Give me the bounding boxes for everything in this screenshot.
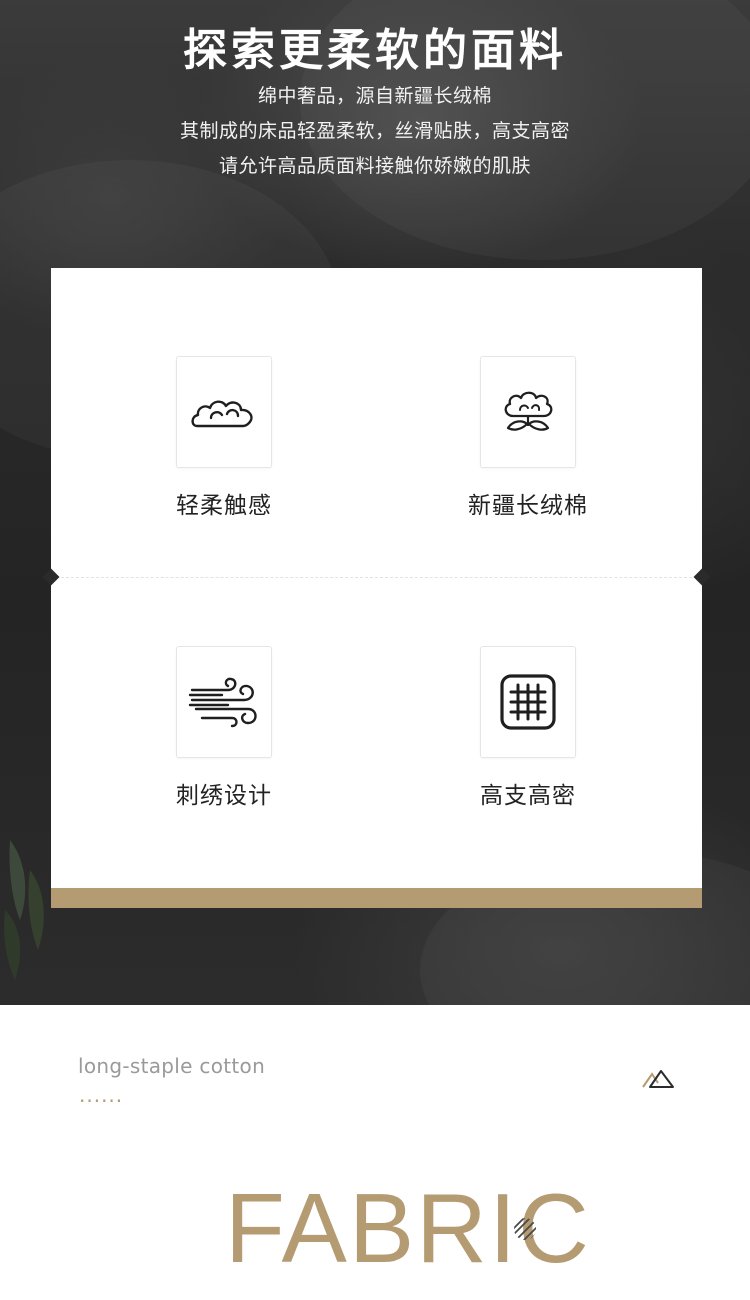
mountain-icon	[642, 1070, 674, 1088]
dots-divider: ......	[79, 1083, 124, 1107]
feature-label: 高支高密	[480, 783, 576, 809]
feature-icon-box	[480, 646, 576, 758]
feature-icon-box	[176, 356, 272, 468]
features-card: 轻柔触感 新疆长绒棉 刺绣设计 高支高密	[42, 268, 711, 908]
feature-embroidery: 刺绣设计	[124, 646, 324, 810]
feature-label: 新疆长绒棉	[468, 493, 588, 519]
cotton-flower-icon	[504, 391, 553, 431]
divider-notch-right	[693, 568, 711, 586]
card-divider	[51, 577, 702, 578]
hero-line-2: 其制成的床品轻盈柔软，丝滑贴肤，高支高密	[179, 120, 570, 142]
grid-weave-icon	[500, 674, 556, 730]
divider-notch-left	[42, 568, 60, 586]
hero-line-1: 绵中奢品，源自新疆长绒棉	[257, 85, 492, 107]
cloud-icon	[191, 400, 253, 428]
feature-icon-box	[480, 356, 576, 468]
feature-high-density: 高支高密	[428, 646, 628, 810]
feature-icon-box	[176, 646, 272, 758]
feature-label: 轻柔触感	[176, 493, 272, 519]
page-title: 探索更柔软的面料	[183, 25, 567, 77]
feature-soft-touch: 轻柔触感	[124, 356, 324, 520]
hero-line-3: 请允许高品质面料接触你娇嫩的肌肤	[218, 155, 531, 177]
hatch-circle-icon	[514, 1218, 536, 1240]
hero-banner: 探索更柔软的面料 绵中奢品，源自新疆长绒棉 其制成的床品轻盈柔软，丝滑贴肤，高支…	[0, 0, 750, 1005]
fabric-subtitle: long-staple cotton	[78, 1054, 266, 1078]
card-gold-bar	[51, 888, 702, 908]
wind-icon	[188, 677, 257, 728]
feature-xinjiang-cotton: 新疆长绒棉	[428, 356, 628, 520]
feature-label: 刺绣设计	[176, 783, 272, 809]
